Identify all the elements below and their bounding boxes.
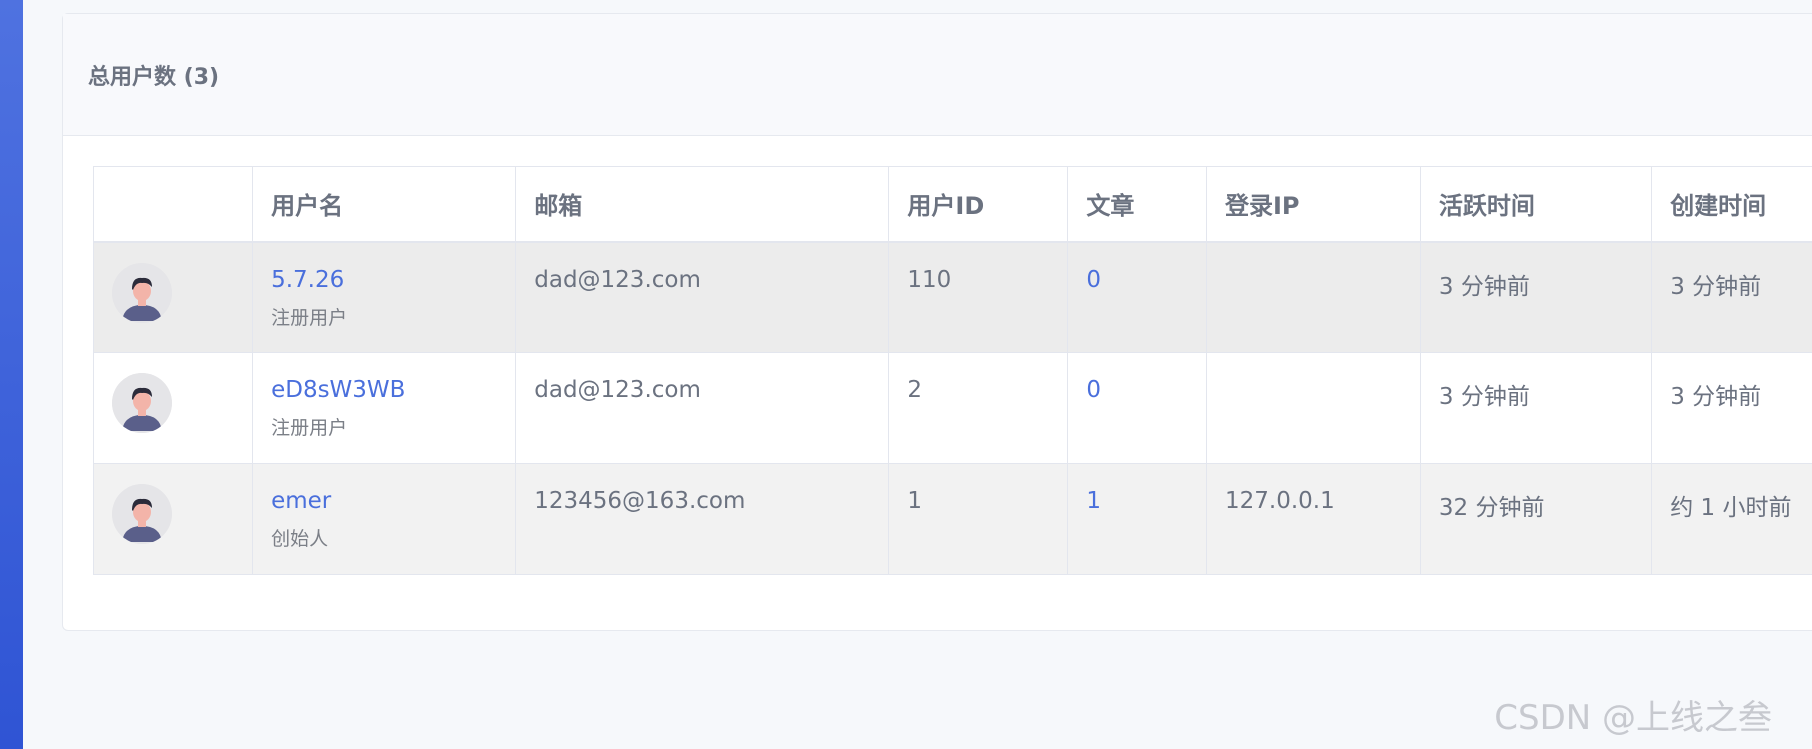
user-role: 注册用户	[271, 306, 348, 329]
user-id-cell: 2	[888, 352, 1069, 464]
table-row: emer 创始人 123456@163.com 1 1 127.0.0.1 32…	[92, 463, 1812, 575]
avatar-cell	[92, 352, 254, 464]
user-role: 创始人	[271, 528, 329, 550]
card-header: 总用户数 (3)	[63, 14, 1812, 136]
col-header-active-time[interactable]: 活跃时间	[1419, 166, 1653, 243]
col-header-avatar	[92, 166, 254, 243]
user-id-cell: 1	[888, 463, 1069, 575]
username-cell: 5.7.26 注册用户	[252, 241, 517, 353]
col-header-user-id[interactable]: 用户ID	[888, 166, 1069, 243]
articles-cell: 0	[1067, 241, 1207, 353]
col-header-email[interactable]: 邮箱	[515, 166, 890, 243]
watermark: CSDN @上线之叁	[1494, 698, 1772, 738]
col-header-username[interactable]: 用户名	[252, 166, 517, 243]
page-title: 总用户数 (3)	[88, 64, 220, 90]
created-time-cell: 约 1 小时前	[1651, 463, 1812, 575]
email-cell: 123456@163.com	[515, 463, 890, 575]
username-link[interactable]: 5.7.26	[271, 267, 344, 293]
users-table-wrap: 用户名 邮箱 用户ID 文章 登录IP 活跃时间 创建时间 5.7.26 注册用…	[92, 166, 1812, 575]
articles-cell: 0	[1067, 352, 1207, 464]
users-table: 用户名 邮箱 用户ID 文章 登录IP 活跃时间 创建时间 5.7.26 注册用…	[92, 166, 1812, 575]
users-card: 总用户数 (3) 用户名 邮箱 用户ID 文章 登录IP 活跃时间 创建时间 5…	[62, 13, 1812, 631]
username-cell: eD8sW3WB 注册用户	[252, 352, 517, 464]
login-ip-cell: 127.0.0.1	[1206, 463, 1421, 575]
avatar-cell	[92, 241, 254, 353]
table-row: 5.7.26 注册用户 dad@123.com 110 0 3 分钟前 3 分钟…	[92, 241, 1812, 353]
user-avatar-icon[interactable]	[112, 373, 172, 433]
avatar-cell	[92, 463, 254, 575]
left-sidebar-rail	[0, 0, 23, 749]
created-time-cell: 3 分钟前	[1651, 352, 1812, 464]
col-header-created-time[interactable]: 创建时间	[1651, 166, 1812, 243]
username-link[interactable]: eD8sW3WB	[271, 377, 405, 403]
table-row: eD8sW3WB 注册用户 dad@123.com 2 0 3 分钟前 3 分钟…	[92, 352, 1812, 464]
articles-link[interactable]: 0	[1086, 267, 1101, 293]
active-time-cell: 3 分钟前	[1419, 352, 1653, 464]
active-time-cell: 3 分钟前	[1419, 241, 1653, 353]
col-header-login-ip[interactable]: 登录IP	[1206, 166, 1421, 243]
user-role: 注册用户	[271, 417, 348, 439]
created-time-cell: 3 分钟前	[1651, 241, 1812, 353]
username-cell: emer 创始人	[252, 463, 517, 575]
email-cell: dad@123.com	[515, 352, 890, 464]
user-id-cell: 110	[888, 241, 1069, 353]
table-header-row: 用户名 邮箱 用户ID 文章 登录IP 活跃时间 创建时间	[92, 166, 1812, 243]
login-ip-cell	[1206, 241, 1421, 353]
user-avatar-icon[interactable]	[112, 484, 172, 544]
username-link[interactable]: emer	[271, 488, 331, 514]
active-time-cell: 32 分钟前	[1419, 463, 1653, 575]
articles-cell: 1	[1067, 463, 1207, 575]
login-ip-cell	[1206, 352, 1421, 464]
col-header-articles[interactable]: 文章	[1067, 166, 1207, 243]
user-avatar-icon[interactable]	[112, 262, 172, 323]
email-cell: dad@123.com	[515, 241, 890, 353]
articles-link[interactable]: 1	[1086, 488, 1101, 514]
articles-link[interactable]: 0	[1086, 377, 1101, 403]
